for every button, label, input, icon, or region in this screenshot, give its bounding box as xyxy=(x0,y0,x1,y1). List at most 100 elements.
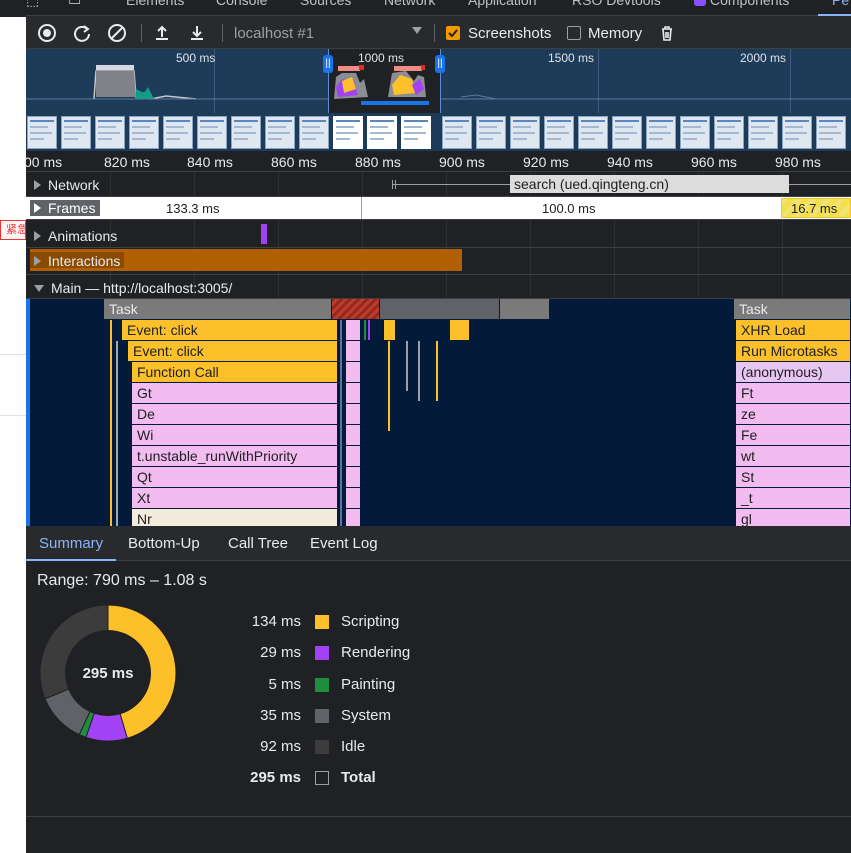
screenshot-thumbnail[interactable] xyxy=(333,116,363,149)
flame-event-function[interactable]: De xyxy=(132,404,338,424)
screenshot-filmstrip[interactable] xyxy=(26,113,851,151)
frame-duration[interactable]: 100.0 ms xyxy=(542,201,595,216)
tab-rso-devtools[interactable]: RSO Devtools xyxy=(572,0,661,8)
left-range-handle[interactable]: || xyxy=(323,55,333,73)
right-range-handle[interactable]: || xyxy=(435,55,445,73)
animation-event[interactable] xyxy=(261,224,267,244)
flame-event-function[interactable]: St xyxy=(736,467,851,487)
flame-event-function[interactable]: Wi xyxy=(132,425,338,445)
frames-track[interactable]: Frames 133.3 ms 100.0 ms 16.7 ms xyxy=(26,197,851,220)
screenshot-thumbnail[interactable] xyxy=(265,116,295,149)
flame-event-task[interactable]: Task xyxy=(734,299,851,319)
tab-summary[interactable]: Summary xyxy=(39,535,103,552)
device-toolbar-icon[interactable]: ▭ xyxy=(68,0,81,8)
tab-components[interactable]: Components xyxy=(694,0,789,8)
screenshot-thumbnail[interactable] xyxy=(612,116,642,149)
screenshot-thumbnail[interactable] xyxy=(510,116,540,149)
download-icon[interactable] xyxy=(187,23,207,43)
interactions-track-title[interactable]: Interactions xyxy=(34,253,120,269)
flame-chart-tracks[interactable]: Network search (ued.qingteng.cn) Frames … xyxy=(26,172,851,526)
flame-event-function[interactable]: Fe xyxy=(736,425,851,445)
memory-label[interactable]: Memory xyxy=(588,25,642,42)
flame-event-task[interactable]: Task xyxy=(104,299,332,319)
flame-event-function[interactable]: (anonymous) xyxy=(736,362,851,382)
main-thread-flame-chart[interactable]: Task Event: click Event: click Function … xyxy=(26,299,851,526)
timeline-overview[interactable]: 500 ms 1500 ms 2000 ms 1000 ms || || xyxy=(26,49,851,151)
screenshot-thumbnail[interactable] xyxy=(129,116,159,149)
screenshot-thumbnail[interactable] xyxy=(61,116,91,149)
screenshot-thumbnail[interactable] xyxy=(163,116,193,149)
memory-checkbox[interactable] xyxy=(567,26,581,40)
screenshots-checkbox[interactable] xyxy=(446,26,460,40)
flame-event-function[interactable]: Gt xyxy=(132,383,338,403)
screenshot-thumbnail[interactable] xyxy=(27,116,57,149)
flame-event-xhr-load[interactable]: XHR Load xyxy=(736,320,851,340)
flame-event-task[interactable] xyxy=(380,299,500,319)
network-track[interactable]: Network search (ued.qingteng.cn) xyxy=(26,172,851,197)
flame-event[interactable] xyxy=(346,446,361,466)
screenshot-thumbnail[interactable] xyxy=(782,116,812,149)
flame-event-function[interactable]: t.unstable_runWithPriority xyxy=(132,446,338,466)
tab-event-log[interactable]: Event Log xyxy=(310,535,378,552)
flame-event-microtasks[interactable]: Run Microtasks xyxy=(736,341,851,361)
flame-event[interactable] xyxy=(346,467,361,487)
inspect-icon[interactable]: ⬚ xyxy=(26,0,39,8)
flame-event-function[interactable]: _t xyxy=(736,488,851,508)
frames-track-title[interactable]: Frames xyxy=(34,200,95,216)
flame-event-click[interactable]: Event: click xyxy=(128,341,338,361)
screenshot-thumbnail[interactable] xyxy=(544,116,574,149)
flame-event-function[interactable]: wt xyxy=(736,446,851,466)
animations-track-title[interactable]: Animations xyxy=(34,228,117,244)
flame-event[interactable] xyxy=(384,320,396,340)
expand-triangle-icon[interactable] xyxy=(34,256,41,266)
screenshot-thumbnail[interactable] xyxy=(816,116,846,149)
expand-triangle-icon[interactable] xyxy=(34,231,41,241)
interactions-track[interactable]: Interactions xyxy=(26,248,851,275)
flame-event[interactable] xyxy=(346,425,361,445)
record-button[interactable] xyxy=(37,23,57,43)
flame-event-function[interactable]: Nr xyxy=(132,509,338,526)
expand-triangle-icon[interactable] xyxy=(34,180,41,190)
flame-event[interactable] xyxy=(346,509,361,526)
animations-track[interactable]: Animations xyxy=(26,222,851,248)
screenshot-thumbnail[interactable] xyxy=(299,116,329,149)
screenshot-thumbnail[interactable] xyxy=(442,116,472,149)
network-track-title[interactable]: Network xyxy=(34,177,99,193)
screenshot-thumbnail[interactable] xyxy=(197,116,227,149)
screenshot-thumbnail[interactable] xyxy=(646,116,676,149)
flame-event[interactable] xyxy=(450,320,470,340)
flame-event-function-call[interactable]: Function Call xyxy=(132,362,338,382)
screenshot-thumbnail[interactable] xyxy=(367,116,397,149)
screenshot-thumbnail[interactable] xyxy=(714,116,744,149)
flame-event[interactable] xyxy=(346,383,361,403)
flame-event-function[interactable]: ze xyxy=(736,404,851,424)
screenshot-thumbnail[interactable] xyxy=(578,116,608,149)
reload-profile-button[interactable] xyxy=(72,23,92,43)
screenshot-thumbnail[interactable] xyxy=(95,116,125,149)
main-thread-header[interactable]: Main — http://localhost:3005/ xyxy=(26,277,851,299)
flame-event-function[interactable]: Qt xyxy=(132,467,338,487)
flame-event-click[interactable]: Event: click xyxy=(122,320,338,340)
main-track-title[interactable]: Main — http://localhost:3005/ xyxy=(34,280,232,296)
tab-console[interactable]: Console xyxy=(216,0,267,8)
expand-triangle-icon[interactable] xyxy=(34,203,41,213)
tab-bottom-up[interactable]: Bottom-Up xyxy=(128,535,200,552)
flame-event[interactable] xyxy=(346,362,361,382)
tab-elements[interactable]: Elements xyxy=(126,0,184,8)
screenshot-thumbnail[interactable] xyxy=(476,116,506,149)
long-task-warning[interactable] xyxy=(332,299,380,319)
screenshot-thumbnail[interactable] xyxy=(748,116,778,149)
trash-icon[interactable] xyxy=(657,23,677,43)
flame-event[interactable] xyxy=(346,488,361,508)
tab-network[interactable]: Network xyxy=(384,0,435,8)
profile-select[interactable]: localhost #1 xyxy=(234,25,314,42)
tab-performance[interactable]: Pe xyxy=(832,0,849,8)
tab-sources[interactable]: Sources xyxy=(300,0,351,8)
collapse-triangle-icon[interactable] xyxy=(34,285,44,292)
frame-duration[interactable]: 133.3 ms xyxy=(166,201,219,216)
screenshot-thumbnail[interactable] xyxy=(401,116,431,149)
clear-icon[interactable] xyxy=(107,23,127,43)
flame-event[interactable] xyxy=(346,341,361,361)
screenshot-thumbnail[interactable] xyxy=(231,116,261,149)
flame-event-function[interactable]: gl xyxy=(736,509,851,526)
